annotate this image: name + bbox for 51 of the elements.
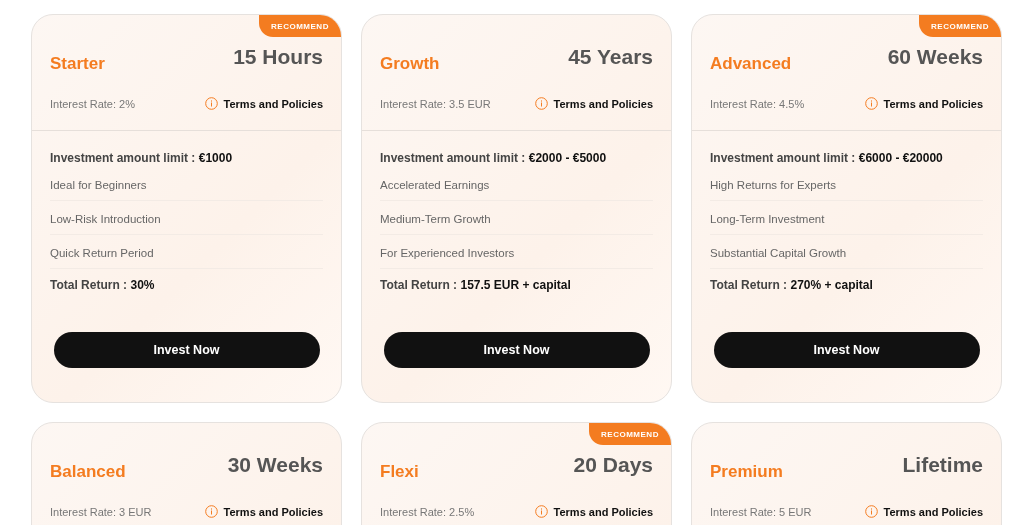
plan-duration: 30 Weeks [227,453,323,477]
invest-button[interactable]: Invest Now [383,332,650,368]
info-icon [534,505,548,518]
feature-text: High Returns for Experts [710,179,983,201]
plan-name: Growth [380,54,440,74]
feature-text: Low-Risk Introduction [50,213,323,235]
terms-link[interactable]: Terms and Policies [223,505,323,518]
recommend-badge: RECOMMEND [589,423,671,445]
feature-text: Accelerated Earnings [380,179,653,201]
plan-duration: 45 Years [568,45,653,69]
invest-button[interactable]: Invest Now [53,332,320,368]
interest-rate: Interest Rate: 2.5% [380,505,475,518]
feature-text: Substantial Capital Growth [710,247,983,269]
interest-rate: Interest Rate: 4.5% [710,97,805,110]
terms-link[interactable]: Terms and Policies [883,97,983,110]
plan-duration: Lifetime [902,453,983,477]
invest-button[interactable]: Invest Now [713,332,980,368]
investment-limit: Investment amount limit : €6000 - €20000 [710,151,944,165]
feature-text: Quick Return Period [50,247,323,269]
total-return: Total Return : 157.5 EUR + capital [380,278,572,292]
interest-rate: Interest Rate: 3 EUR [50,505,152,518]
plan-duration: 60 Weeks [887,45,983,69]
plan-name: Premium [710,462,783,482]
plan-duration: 15 Hours [233,45,323,69]
info-icon [204,97,218,110]
terms-link[interactable]: Terms and Policies [883,505,983,518]
plan-name: Balanced [50,462,126,482]
total-return: Total Return : 270% + capital [710,278,874,292]
info-icon [534,97,548,110]
total-return: Total Return : 30% [50,278,156,292]
plan-name: Advanced [710,54,792,74]
plan-duration: 20 Days [573,453,653,477]
investment-limit: Investment amount limit : €1000 [50,151,234,165]
info-icon [204,505,218,518]
interest-rate: Interest Rate: 2% [50,97,135,110]
investment-limit: Investment amount limit : €2000 - €5000 [380,151,608,165]
feature-text: Medium-Term Growth [380,213,653,235]
recommend-badge: RECOMMEND [259,15,341,37]
terms-link[interactable]: Terms and Policies [553,505,653,518]
interest-rate: Interest Rate: 3.5 EUR [380,97,491,110]
terms-link[interactable]: Terms and Policies [223,97,323,110]
info-icon [864,505,878,518]
feature-text: For Experienced Investors [380,247,653,269]
interest-rate: Interest Rate: 5 EUR [710,505,812,518]
info-icon [864,97,878,110]
terms-link[interactable]: Terms and Policies [553,97,653,110]
feature-text: Ideal for Beginners [50,179,323,201]
recommend-badge: RECOMMEND [919,15,1001,37]
plan-name: Starter [50,54,105,74]
plan-name: Flexi [380,462,419,482]
feature-text: Long-Term Investment [710,213,983,235]
